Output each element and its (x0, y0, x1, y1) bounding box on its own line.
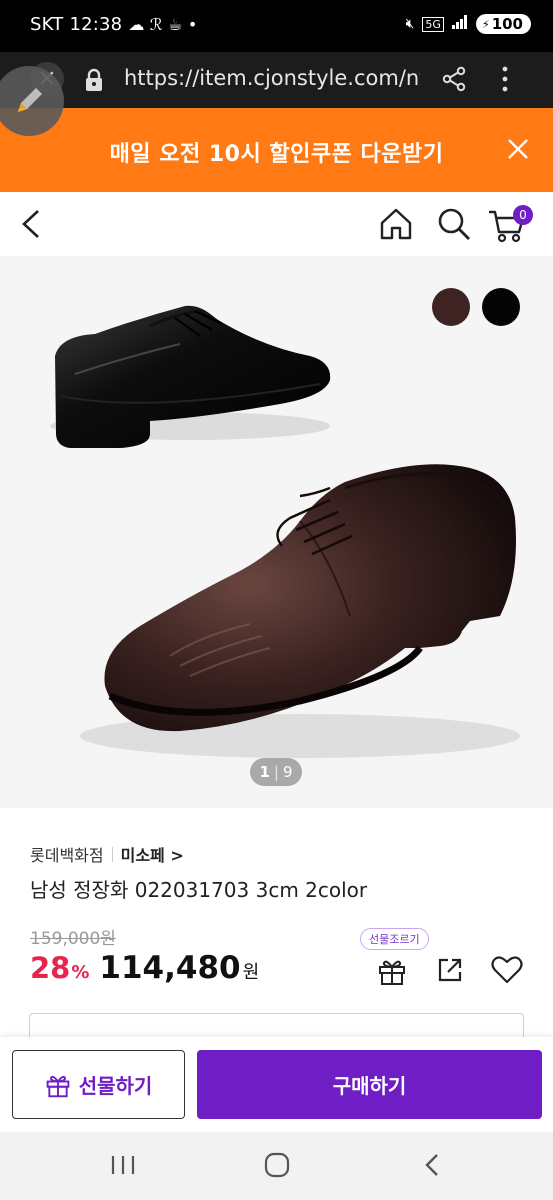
gift-button-icon (46, 1075, 70, 1097)
gift-button-label[interactable]: 선물하기 (79, 1070, 153, 1099)
home-nav-icon[interactable] (263, 1152, 291, 1182)
brand-divider (111, 846, 113, 862)
status-left: SKT 12:38 ☁ ℛ ☕ • (30, 14, 198, 35)
discount-unit: % (71, 962, 90, 983)
brand-breadcrumb: 롯데백화점 미소페 > (30, 842, 184, 866)
product-title: 남성 정장화 022031703 3cm 2color (30, 878, 368, 902)
heart-icon[interactable] (491, 955, 523, 989)
pager-current: 1 (259, 763, 270, 781)
system-nav-bar (0, 1132, 553, 1200)
network-label: 5G (422, 16, 444, 32)
close-icon[interactable] (507, 138, 529, 164)
signal-icon (451, 15, 468, 33)
carrier: SKT (30, 14, 64, 35)
gift-icon[interactable] (377, 956, 407, 990)
address-bar[interactable]: https://item.cjonstyle.com/nf (124, 66, 420, 90)
promo-banner[interactable]: 매일 오전 10시 할인쿠폰 다운받기 (0, 108, 553, 192)
currency-unit: 원 (242, 962, 260, 983)
battery-indicator: ⚡ 100 (475, 14, 531, 34)
battery-level: 100 (491, 15, 523, 33)
product-image-gallery[interactable]: 1 | 9 (0, 256, 553, 808)
pager-divider: | (273, 763, 279, 781)
purchase-action-bar: 선물하기 구매하기 (0, 1037, 553, 1132)
more-menu-icon[interactable] (500, 64, 510, 98)
back-arrow-icon[interactable] (20, 208, 42, 244)
image-pager: 1 | 9 (250, 758, 302, 786)
sub-brand-link[interactable]: 미소페 > (121, 842, 184, 866)
search-icon[interactable] (436, 206, 472, 246)
site-header (0, 192, 553, 256)
sale-price: 114,480 (99, 950, 241, 986)
recent-apps-icon[interactable] (110, 1154, 136, 1180)
product-page: SKT 12:38 ☁ ℛ ☕ • 🔇︎ 5G ⚡ 100 ✕ https://… (0, 0, 553, 1200)
pager-total: 9 (282, 763, 293, 781)
gift-button[interactable]: 선물하기 (12, 1050, 185, 1119)
mute-icon: 🔇︎ (405, 16, 415, 32)
status-right: 🔇︎ 5G ⚡ 100 (406, 14, 531, 34)
buy-button[interactable]: 구매하기 (197, 1050, 542, 1119)
back-nav-icon[interactable] (422, 1152, 442, 1182)
status-bar: SKT 12:38 ☁ ℛ ☕ • 🔇︎ 5G ⚡ 100 (0, 0, 553, 52)
browser-toolbar: ✕ https://item.cjonstyle.com/nf (0, 52, 553, 108)
lock-icon[interactable] (84, 68, 104, 96)
product-image[interactable] (0, 256, 553, 808)
cart-count-badge[interactable]: 0 (513, 205, 533, 225)
promo-text[interactable]: 매일 오전 10시 할인쿠폰 다운받기 (0, 136, 553, 168)
pen-icon (18, 88, 42, 112)
price-row: 28 % 114,480 원 (30, 950, 259, 986)
share-icon[interactable] (441, 66, 467, 96)
share-external-icon[interactable] (436, 956, 464, 988)
gift-request-tooltip: 선물조르기 (360, 928, 429, 950)
clock: 12:38 (69, 14, 123, 35)
notification-icons: ☁ ℛ ☕ • (128, 15, 198, 34)
original-price: 159,000원 (30, 929, 116, 949)
home-icon[interactable] (378, 206, 414, 246)
battery-icon: ⚡ (481, 17, 490, 31)
discount-rate: 28 (30, 951, 71, 985)
brand-name[interactable]: 롯데백화점 (30, 842, 104, 866)
